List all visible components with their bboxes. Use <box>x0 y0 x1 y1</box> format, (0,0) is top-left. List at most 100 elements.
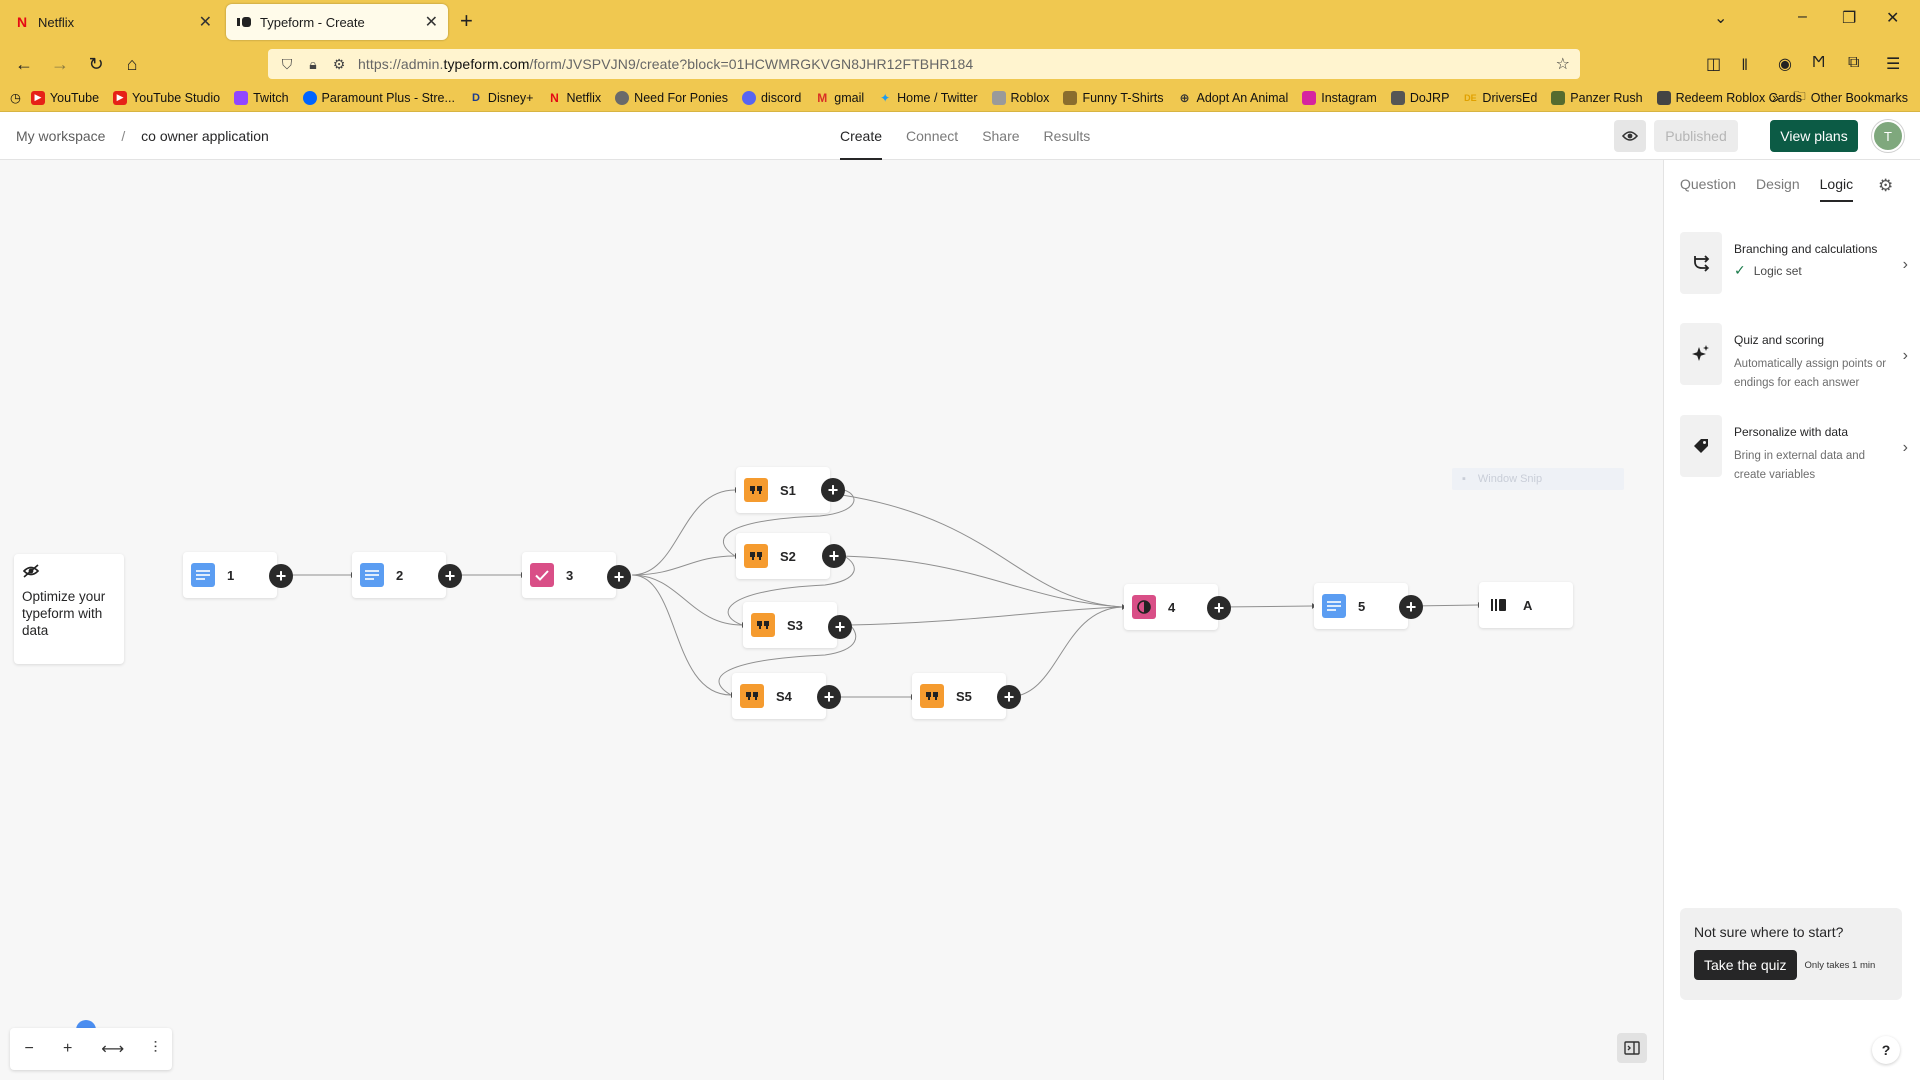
instagram-icon <box>1302 90 1317 105</box>
bookmark-item[interactable]: Funny T-Shirts <box>1063 90 1164 105</box>
add-logic-button[interactable]: + <box>997 685 1021 709</box>
address-bar[interactable]: ⛉ 🔒︎ ⚙ https://admin.typeform.com/form/J… <box>268 49 1580 79</box>
node-question-1[interactable]: 1 <box>183 552 277 598</box>
bookmark-item[interactable]: discord <box>741 90 801 105</box>
node-question-5[interactable]: 5 <box>1314 583 1408 629</box>
bookmark-item[interactable]: Need For Ponies <box>615 90 728 105</box>
tab-logic[interactable]: Logic <box>1819 160 1854 208</box>
history-icon[interactable]: ◷ <box>10 90 21 105</box>
preview-button[interactable] <box>1614 120 1646 152</box>
add-logic-button[interactable]: + <box>269 564 293 588</box>
chevron-right-icon: › <box>1902 256 1908 273</box>
home-icon[interactable]: ⌂ <box>120 52 144 76</box>
gear-icon[interactable]: ⚙ <box>1878 176 1893 196</box>
add-logic-button[interactable]: + <box>822 544 846 568</box>
view-plans-button[interactable]: View plans <box>1770 120 1858 152</box>
node-statement-s2[interactable]: S2 <box>736 533 830 579</box>
bookmark-item[interactable]: N Netflix <box>547 91 601 105</box>
tab-typeform[interactable]: Typeform - Create ✕ <box>226 4 448 40</box>
tab-netflix[interactable]: N Netflix ✕ <box>4 4 222 40</box>
url-text[interactable]: https://admin.typeform.com/form/JVSPVJN9… <box>358 56 973 72</box>
globe-icon: ⊕ <box>1179 90 1190 105</box>
bookmark-item[interactable]: Twitch <box>234 90 289 105</box>
published-button[interactable]: Published <box>1654 120 1738 152</box>
close-icon[interactable]: ✕ <box>199 12 212 32</box>
forward-icon[interactable]: → <box>48 52 72 76</box>
avatar[interactable]: T <box>1872 120 1904 152</box>
add-logic-button[interactable]: + <box>1399 595 1423 619</box>
add-logic-button[interactable]: + <box>607 565 631 589</box>
tab-design[interactable]: Design <box>1756 160 1800 208</box>
close-icon[interactable]: ✕ <box>425 12 438 32</box>
node-question-4[interactable]: 4 <box>1124 584 1218 630</box>
add-logic-button[interactable]: + <box>828 615 852 639</box>
restore-icon[interactable]: ❐ <box>1842 8 1856 28</box>
library-icon[interactable]: 𝍪 <box>1742 54 1747 81</box>
bookmark-item[interactable]: ▶ YouTube Studio <box>113 90 220 105</box>
toggle-panel-button[interactable] <box>1617 1033 1647 1063</box>
add-logic-button[interactable]: + <box>821 478 845 502</box>
back-icon[interactable]: ← <box>12 52 36 76</box>
help-button[interactable]: ? <box>1872 1036 1900 1064</box>
fit-to-screen-icon[interactable]: ⟷ <box>101 1039 124 1059</box>
shield-icon[interactable]: ⛉ <box>274 56 300 73</box>
node-question-3[interactable]: 3 <box>522 552 616 598</box>
tab-question[interactable]: Question <box>1680 160 1736 208</box>
bookmark-item[interactable]: DoJRP <box>1390 90 1449 105</box>
list-all-tabs-icon[interactable]: ⌄ <box>1714 8 1727 28</box>
optimize-tip-card[interactable]: Optimize your typeform with data <box>14 554 124 664</box>
node-statement-s3[interactable]: S3 <box>743 602 837 648</box>
node-statement-s1[interactable]: S1 <box>736 467 830 513</box>
bookmark-star-icon[interactable]: ☆ <box>1556 54 1570 74</box>
settings-sliders-icon[interactable]: ⫶ <box>153 1040 157 1058</box>
take-quiz-button[interactable]: Take the quiz <box>1694 950 1797 980</box>
zoom-in-icon[interactable]: + <box>63 1040 72 1058</box>
tab-share[interactable]: Share <box>982 112 1019 160</box>
tab-create[interactable]: Create <box>840 112 883 160</box>
node-question-2[interactable]: 2 <box>352 552 446 598</box>
card-description: Bring in external data and create variab… <box>1734 450 1866 481</box>
node-statement-s4[interactable]: S4 <box>732 673 826 719</box>
node-ending-a[interactable]: A <box>1479 582 1573 628</box>
bookmark-item[interactable]: Panzer Rush <box>1551 90 1643 105</box>
personalize-card[interactable]: Personalize with data Bring in external … <box>1680 415 1912 485</box>
breadcrumb-form-name[interactable]: co owner application <box>141 128 269 144</box>
bookmark-item[interactable]: Roblox <box>991 90 1049 105</box>
permissions-icon[interactable]: ⚙ <box>326 56 352 73</box>
reload-icon[interactable]: ↻ <box>84 52 108 76</box>
netflix-icon: N <box>550 90 559 105</box>
add-logic-button[interactable]: + <box>1207 596 1231 620</box>
minimize-icon[interactable]: – <box>1798 8 1807 26</box>
tab-results[interactable]: Results <box>1044 112 1091 160</box>
lock-icon[interactable]: 🔒︎ <box>300 56 326 73</box>
bookmark-item[interactable]: ⊕ Adopt An Animal <box>1178 90 1288 105</box>
extension-icon[interactable]: Ϻ <box>1812 54 1825 72</box>
menu-icon[interactable]: ☰ <box>1886 54 1900 74</box>
youtube-studio-icon: ▶ <box>113 90 128 105</box>
bookmark-item[interactable]: ▶ YouTube <box>30 90 99 105</box>
tab-connect[interactable]: Connect <box>906 112 958 160</box>
add-logic-button[interactable]: + <box>817 685 841 709</box>
bookmark-item[interactable]: DE DriversEd <box>1463 91 1537 105</box>
logic-canvas[interactable]: Optimize your typeform with data 1 + 2 +… <box>0 160 1663 1080</box>
bookmark-item[interactable]: Instagram <box>1302 90 1377 105</box>
chevron-double-right-icon[interactable]: » <box>1772 91 1779 105</box>
edge-4-5 <box>1219 605 1313 608</box>
window-close-icon[interactable]: ✕ <box>1886 8 1899 28</box>
add-logic-button[interactable]: + <box>438 564 462 588</box>
bookmark-item[interactable]: Paramount Plus - Stre... <box>302 90 455 105</box>
node-statement-s5[interactable]: S5 <box>912 673 1006 719</box>
bookmark-item[interactable]: D Disney+ <box>469 91 534 105</box>
node-label: 3 <box>566 567 574 583</box>
quiz-scoring-card[interactable]: Quiz and scoring Automatically assign po… <box>1680 323 1912 393</box>
pocket-icon[interactable]: ◫ <box>1706 54 1721 74</box>
new-tab-icon[interactable]: + <box>460 8 473 34</box>
other-bookmarks[interactable]: » 🗀︎ Other Bookmarks <box>1772 87 1908 108</box>
extensions-puzzle-icon[interactable]: ⧉ <box>1848 54 1859 72</box>
account-icon[interactable]: ◉ <box>1778 54 1792 74</box>
bookmark-item[interactable]: ✦ Home / Twitter <box>878 91 977 105</box>
zoom-out-icon[interactable]: − <box>25 1040 34 1058</box>
bookmark-item[interactable]: Mgmail <box>815 91 864 105</box>
breadcrumb-workspace[interactable]: My workspace <box>16 128 105 144</box>
branching-card[interactable]: Branching and calculations ✓ Logic set › <box>1680 232 1912 294</box>
